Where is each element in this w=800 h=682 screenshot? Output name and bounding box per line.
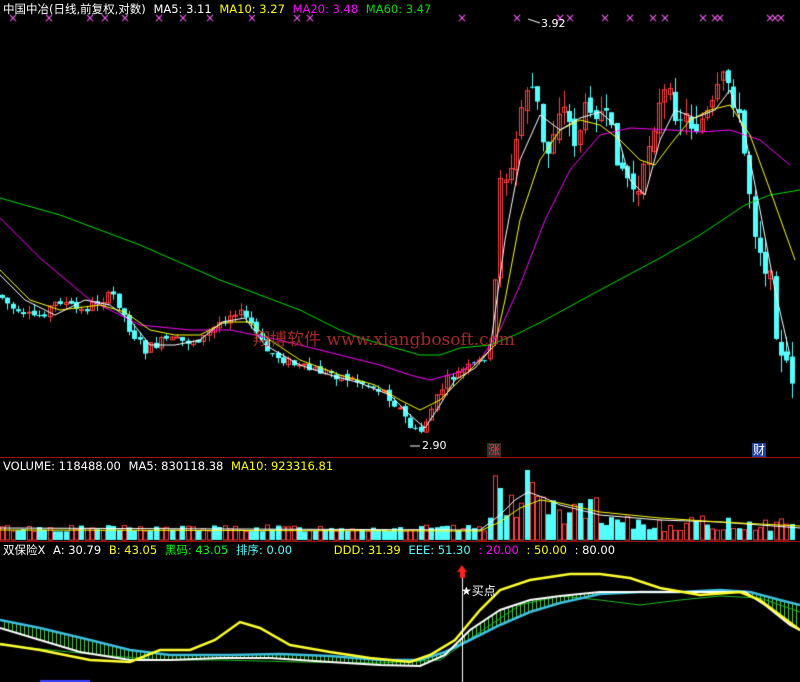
high-price-label: 3.92 (541, 17, 566, 30)
ma10-label: MA10: 3.27 (219, 2, 285, 16)
indicator-paixu-label: 排序: 0.00 (235, 543, 293, 557)
indicator-level-20: : 20.00 (478, 543, 519, 557)
indicator-a-label: A: 30.79 (53, 543, 102, 557)
watermark: 翔博软件 www.xiangbosoft.com (253, 330, 515, 350)
price-volume-divider (0, 457, 800, 458)
indicator-b-label: B: 43.05 (108, 543, 158, 557)
indicator-name: 双保险X (3, 543, 46, 557)
indicator-ddd-label: DDD: 31.39 (333, 543, 401, 557)
ma60-label: MA60: 3.47 (365, 2, 432, 16)
low-price-label: 2.90 (422, 439, 447, 452)
indicator-level-80: : 80.00 (574, 543, 616, 557)
ma5-label: MA5: 3.11 (153, 2, 212, 16)
volume-ma10-label: MA10: 923316.81 (231, 459, 334, 473)
price-panel-header: 中国中冶(日线,前复权,对数) MA5: 3.11 MA10: 3.27 MA2… (3, 2, 435, 16)
volume-label: VOLUME: 118488.00 (3, 459, 121, 473)
indicator-level-50: : 50.00 (526, 543, 567, 557)
zhang-tag: 涨 (487, 443, 502, 457)
cai-tag: 财 (752, 443, 767, 457)
buy-point-label: ★买点 (461, 584, 496, 598)
volume-indicator-divider (0, 541, 800, 542)
indicator-heima-label: 黑码: 43.05 (164, 543, 229, 557)
indicator-panel-header: 双保险X A: 30.79 B: 43.05 黑码: 43.05 排序: 0.0… (3, 543, 619, 557)
stock-title: 中国中冶(日线,前复权,对数) (3, 2, 146, 16)
volume-panel-header: VOLUME: 118488.00 MA5: 830118.38 MA10: 9… (3, 459, 337, 473)
volume-ma5-label: MA5: 830118.38 (128, 459, 224, 473)
ma20-label: MA20: 3.48 (292, 2, 359, 16)
indicator-eee-label: EEE: 51.30 (408, 543, 471, 557)
